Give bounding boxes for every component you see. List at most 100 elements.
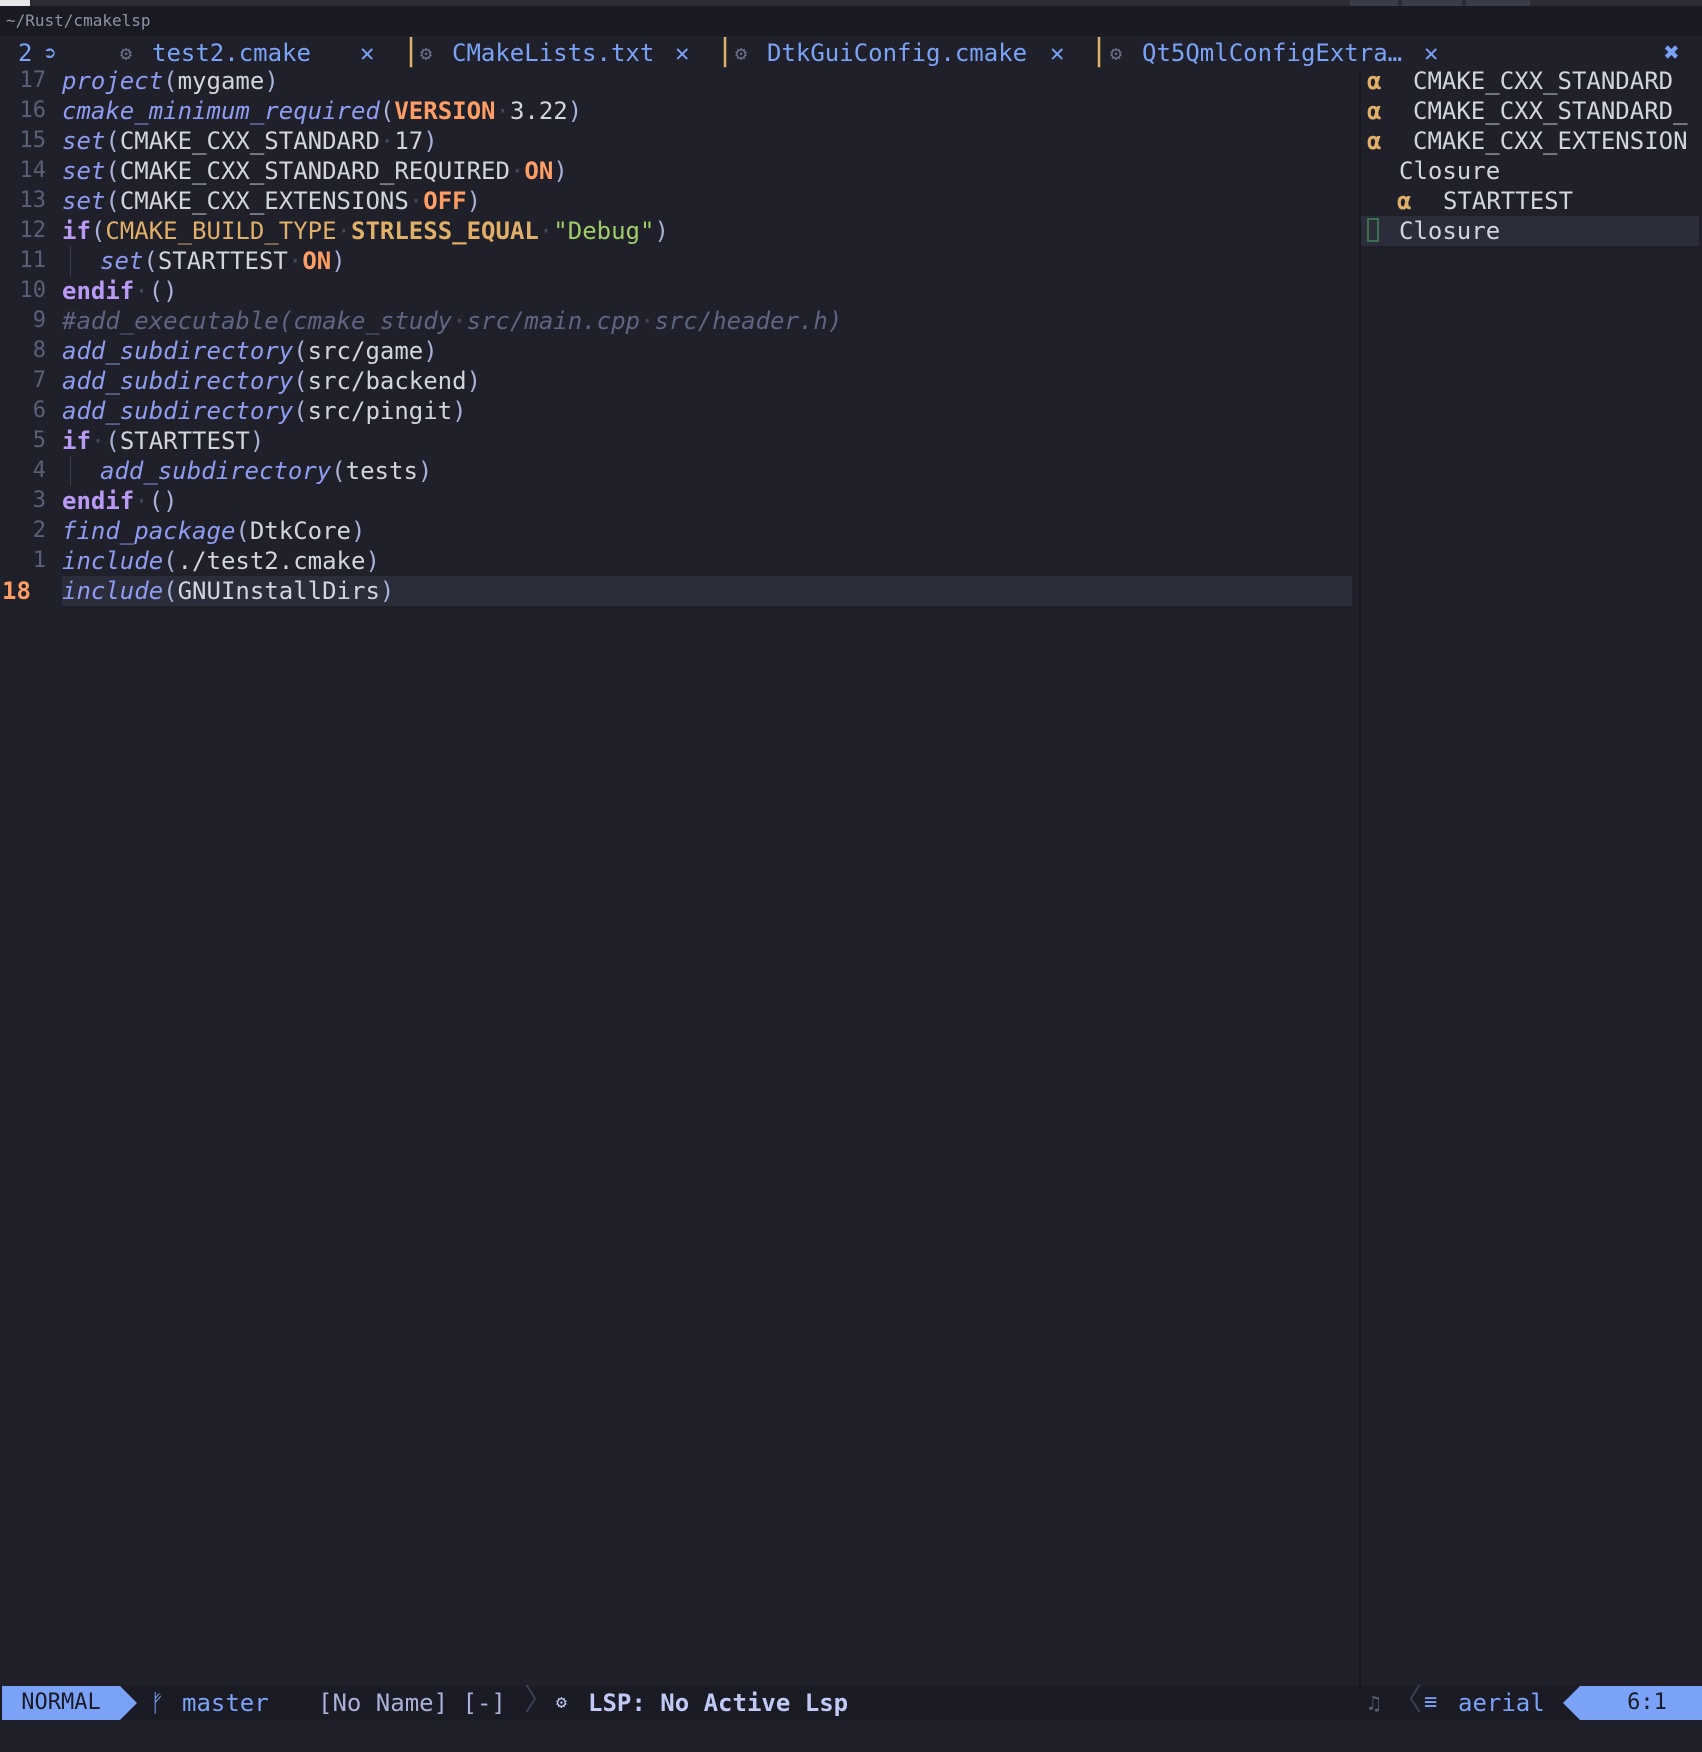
code-line[interactable]: 5 if·(STARTTEST) [0, 426, 1352, 456]
code-token: CMAKE_CXX_STANDARD_REQUIRED [119, 157, 510, 185]
tab-close-icon[interactable]: ✕ [1050, 36, 1064, 70]
code-line[interactable]: 10 endif·() [0, 276, 1352, 306]
code-token: src/backend [307, 367, 467, 395]
gear-icon: ⚙ [420, 41, 433, 65]
code-text: cmake_minimum_required(VERSION·3.22) [62, 96, 582, 126]
code-token: if [62, 217, 91, 245]
code-token: ( [331, 457, 346, 485]
tab-close-icon[interactable]: ✕ [1424, 36, 1438, 70]
code-line[interactable]: 2 find_package(DtkCore) [0, 516, 1352, 546]
code-token: CMAKE_CXX_EXTENSIONS [119, 187, 409, 215]
tabline: 2 ➲ ⚙ test2.cmake ✕ | ⚙ CMakeLists.txt ✕… [0, 33, 1702, 70]
outline-item[interactable]: Closure [1361, 216, 1699, 246]
git-branch-icon: ᚠ [150, 1689, 165, 1717]
code-line[interactable]: 13 set(CMAKE_CXX_EXTENSIONS·OFF) [0, 186, 1352, 216]
line-number: 17 [19, 68, 47, 93]
code-line[interactable]: 1 include(./test2.cmake) [0, 546, 1352, 576]
code-line[interactable]: 17 project(mygame) [0, 66, 1352, 96]
line-number: 16 [19, 98, 47, 123]
lsp-icon: ⚙ [556, 1692, 567, 1713]
code-token: ) [351, 517, 366, 545]
tab-dtkguiconfig-cmake[interactable]: DtkGuiConfig.cmake [767, 36, 1027, 70]
code-line[interactable]: 11 set(STARTTEST·ON) [0, 246, 1352, 276]
position-separator [1563, 1686, 1580, 1720]
code-token: · [287, 247, 303, 275]
code-line[interactable]: 12 if(CMAKE_BUILD_TYPE·STRLESS_EQUAL·"Deb… [0, 216, 1352, 246]
line-number: 13 [19, 188, 47, 213]
line-number: 2 [32, 518, 46, 543]
constant-icon: α [1367, 97, 1382, 125]
code-token: ( [163, 577, 178, 605]
code-token: · [408, 187, 424, 215]
code-token: ) [553, 157, 568, 185]
outline-item[interactable]: α STARTTEST [1361, 186, 1699, 216]
code-token: ( [163, 547, 178, 575]
code-token: #add_executable(cmake_study [62, 307, 453, 335]
code-line[interactable]: 7 add_subdirectory(src/backend) [0, 366, 1352, 396]
code-text: endif·() [62, 486, 178, 516]
code-token: STARTTEST [157, 247, 288, 275]
code-token: ) [379, 577, 395, 605]
line-number: 14 [19, 158, 47, 183]
command-line[interactable] [0, 1720, 1702, 1752]
code-token: add_subdirectory [62, 367, 294, 395]
statusline: NORMAL ᚠ master [No Name] [-] 〉 ⚙ LSP: N… [0, 1684, 1702, 1720]
outline-item-label: CMAKE_CXX_STANDARD [1413, 67, 1674, 95]
code-text: include(./test2.cmake) [62, 546, 380, 576]
line-number: 1 [32, 548, 46, 573]
outline-item[interactable]: α CMAKE_CXX_EXTENSION [1361, 126, 1699, 156]
outline-item[interactable]: α CMAKE_CXX_STANDARD [1361, 66, 1699, 96]
code-line[interactable]: 16 cmake_minimum_required(VERSION·3.22) [0, 96, 1352, 126]
back-arrow-icon[interactable]: ➲ [44, 36, 56, 70]
code-token: ( [235, 517, 250, 545]
line-number: 5 [32, 428, 46, 453]
code-text: add_subdirectory(src/game) [62, 336, 438, 366]
line-number: 12 [19, 218, 47, 243]
code-token: ) [264, 67, 279, 95]
code-text: if·(STARTTEST) [62, 426, 264, 456]
code-token: set [62, 187, 106, 215]
tab-close-icon[interactable]: ✕ [675, 36, 689, 70]
code-line[interactable]: 6 add_subdirectory(src/pingit) [0, 396, 1352, 426]
code-token: ( [293, 337, 308, 365]
editor-pane[interactable]: 17 project(mygame) 16 cmake_minimum_require… [0, 66, 1356, 1686]
tab-separator: | [1090, 33, 1109, 68]
code-line[interactable]: 15 set(CMAKE_CXX_STANDARD·17) [0, 126, 1352, 156]
code-token: project [62, 67, 164, 95]
code-token: set [100, 247, 144, 275]
code-token: · [134, 487, 149, 515]
code-line[interactable]: 18 include(GNUInstallDirs) [2, 576, 1352, 606]
code-token: · [509, 157, 525, 185]
outline-item[interactable]: α CMAKE_CXX_STANDARD_ [1361, 96, 1699, 126]
outline-item[interactable]: Closure [1361, 156, 1699, 186]
code-token: endif [62, 487, 135, 515]
tab-separator: | [716, 33, 735, 68]
code-line[interactable]: 3 endif·() [0, 486, 1352, 516]
code-line[interactable]: 8 add_subdirectory(src/game) [0, 336, 1352, 366]
code-text: if(CMAKE_BUILD_TYPE·STRLESS_EQUAL·"Debug… [62, 216, 669, 246]
code-token: ( [293, 397, 308, 425]
aerial-label: aerial [1458, 1689, 1545, 1717]
code-token: ON [302, 247, 332, 275]
code-token: · [495, 97, 510, 125]
code-token: ) [249, 427, 265, 455]
tab-close-icon[interactable]: ✕ [360, 36, 374, 70]
code-text: add_subdirectory(src/pingit) [62, 396, 467, 426]
outline-item-label: Closure [1399, 157, 1501, 185]
line-number: 4 [32, 458, 46, 483]
tab-test2-cmake[interactable]: test2.cmake [152, 36, 311, 70]
code-line[interactable]: 14 set(CMAKE_CXX_STANDARD_REQUIRED·ON) [0, 156, 1352, 186]
code-text: add_subdirectory(src/backend) [62, 366, 481, 396]
tab-qt5qmlconfigextra[interactable]: Qt5QmlConfigExtra… [1142, 36, 1402, 70]
code-token: ( [293, 367, 308, 395]
outline-item-label: Closure [1399, 217, 1501, 245]
code-text: set(CMAKE_CXX_EXTENSIONS·OFF) [62, 186, 481, 216]
tab-cmakelists-txt[interactable]: CMakeLists.txt [452, 36, 654, 70]
aerial-outline-pane[interactable]: α CMAKE_CXX_STANDARD α CMAKE_CXX_STANDARD_ α… [1361, 66, 1702, 1686]
code-token: if [62, 427, 91, 455]
lsp-status: LSP: No Active Lsp [588, 1689, 849, 1717]
code-line[interactable]: 9 #add_executable(cmake_study·src/main.cp… [0, 306, 1352, 336]
code-token: VERSION [394, 97, 496, 125]
code-line[interactable]: 4 add_subdirectory(tests) [0, 456, 1352, 486]
close-all-icon[interactable]: ✖ [1664, 36, 1680, 70]
